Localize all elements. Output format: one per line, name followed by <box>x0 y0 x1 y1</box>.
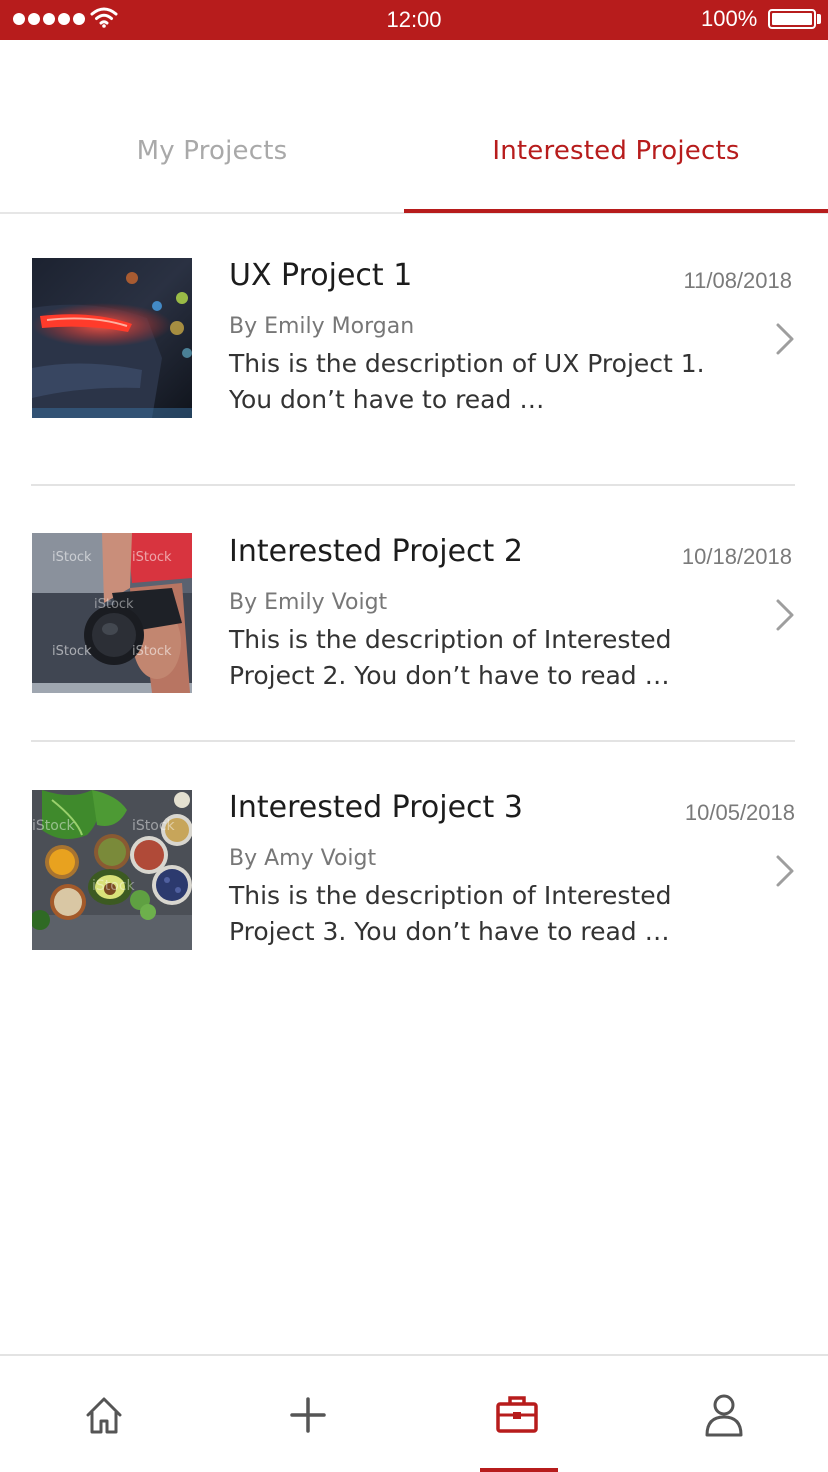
project-thumbnail: iStock iStock iStock <box>32 790 192 950</box>
project-author: By Emily Voigt <box>229 590 388 615</box>
list-item[interactable]: iStock iStock iStock iStock iStock Inter… <box>0 486 828 740</box>
active-tab-indicator <box>404 209 828 213</box>
project-author: By Amy Voigt <box>229 846 377 871</box>
chevron-right-icon[interactable] <box>775 598 795 632</box>
svg-text:iStock: iStock <box>132 644 172 659</box>
svg-text:iStock: iStock <box>32 818 76 834</box>
plus-icon <box>290 1397 326 1433</box>
list-item[interactable]: UX Project 1 11/08/2018 By Emily Morgan … <box>0 214 828 486</box>
tab-home[interactable] <box>79 1390 129 1440</box>
project-thumbnail: iStock iStock iStock iStock iStock <box>32 533 192 693</box>
battery-icon <box>768 9 816 29</box>
tab-profile[interactable] <box>699 1390 749 1440</box>
list-item[interactable]: iStock iStock iStock Interested Project … <box>0 742 828 972</box>
project-date: 10/05/2018 <box>684 800 795 825</box>
tab-interested-projects[interactable]: Interested Projects <box>404 136 828 166</box>
status-bar: 12:00 100% <box>0 0 828 40</box>
tab-my-projects[interactable]: My Projects <box>0 136 424 166</box>
briefcase-icon <box>496 1396 538 1433</box>
tab-projects[interactable] <box>492 1390 542 1440</box>
svg-text:iStock: iStock <box>132 818 176 834</box>
svg-text:iStock: iStock <box>52 644 92 659</box>
svg-text:iStock: iStock <box>52 550 92 565</box>
battery-percentage: 100% <box>701 6 758 31</box>
svg-text:iStock: iStock <box>94 597 134 612</box>
car-taillight-photo <box>32 258 192 418</box>
healthy-food-bowls-photo: iStock iStock iStock <box>32 790 192 950</box>
svg-text:iStock: iStock <box>92 878 136 894</box>
project-description: This is the description of Interested Pr… <box>229 625 672 690</box>
project-author: By Emily Morgan <box>229 314 415 339</box>
bottom-tab-bar <box>0 1354 828 1472</box>
project-description: This is the description of Interested Pr… <box>229 881 672 946</box>
chevron-right-icon[interactable] <box>775 854 795 888</box>
svg-text:iStock: iStock <box>132 550 172 565</box>
project-title: Interested Project 2 <box>229 534 523 569</box>
home-icon <box>86 1397 122 1434</box>
chevron-right-icon[interactable] <box>775 322 795 356</box>
project-title: UX Project 1 <box>229 258 413 293</box>
tab-add[interactable] <box>283 1390 333 1440</box>
project-thumbnail <box>32 258 192 418</box>
project-tabs: My Projects Interested Projects <box>0 40 828 214</box>
battery-tip <box>817 14 821 24</box>
project-description: This is the description of UX Project 1.… <box>229 349 705 414</box>
project-title: Interested Project 3 <box>229 790 523 825</box>
person-icon <box>705 1394 743 1437</box>
project-date: 11/08/2018 <box>683 268 792 293</box>
active-nav-indicator <box>480 1468 558 1472</box>
dumbbell-workout-photo: iStock iStock iStock iStock iStock <box>32 533 192 693</box>
project-date: 10/18/2018 <box>681 544 792 569</box>
